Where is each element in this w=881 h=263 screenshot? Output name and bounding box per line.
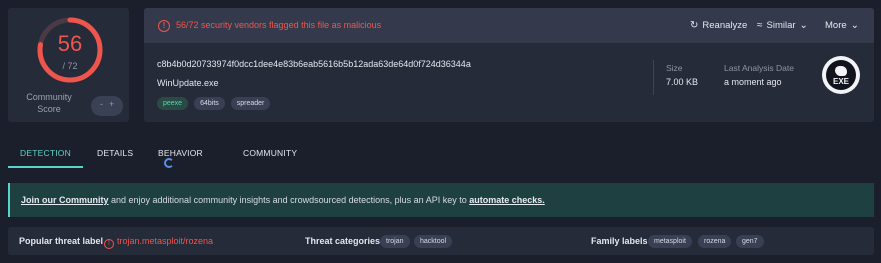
file-name: WinUpdate.exe (157, 78, 219, 88)
community-vote-toggle[interactable]: - + (91, 96, 123, 116)
family-chip-rozena[interactable]: rozena (698, 235, 732, 248)
exe-file-type-icon: EXE (822, 56, 860, 94)
detection-score-card: 56 / 72 Community Score - + (8, 8, 129, 122)
similar-label: Similar (766, 20, 796, 31)
popular-threat-text: trojan.metasploit/rozena (117, 236, 214, 246)
loading-spinner-icon (164, 158, 174, 168)
more-label: More (825, 20, 847, 31)
community-score-label: Community Score (26, 92, 72, 114)
reanalyze-label: Reanalyze (702, 20, 748, 31)
tab-behavior-label: BEHAVIOR (158, 148, 203, 158)
family-chip-metasploit[interactable]: metasploit (648, 235, 692, 248)
malicious-count: 56 (57, 31, 83, 56)
info-circle-icon: ! (104, 239, 114, 249)
similar-dropdown[interactable]: ≈ Similar ⌄ (757, 20, 808, 31)
file-type-label: EXE (832, 77, 849, 86)
file-hash[interactable]: c8b4b0d20733974f0dcc1dee4e83b6eab5616b5b… (157, 59, 471, 69)
category-chip-trojan[interactable]: trojan (380, 235, 410, 248)
community-banner: Join our Community and enjoy additional … (8, 183, 874, 217)
alert-text: 56/72 security vendors flagged this file… (176, 20, 382, 30)
file-summary-card: ! 56/72 security vendors flagged this fi… (144, 8, 874, 122)
category-chip-hacktool[interactable]: hacktool (414, 235, 453, 248)
total-vendors: / 72 (62, 61, 78, 71)
tab-community[interactable]: COMMUNITY (243, 138, 297, 168)
refresh-icon: ↻ (690, 20, 699, 31)
threat-summary-row: Popular threat label ! trojan.metasploit/… (8, 227, 874, 255)
join-community-link[interactable]: Join our Community (21, 195, 109, 205)
more-dropdown[interactable]: More ⌄ (825, 20, 859, 31)
tag-spreader[interactable]: spreader (230, 97, 271, 110)
tab-behavior[interactable]: BEHAVIOR (158, 138, 203, 168)
tag-64bits[interactable]: 64bits (194, 97, 225, 110)
reanalyze-button[interactable]: ↻ Reanalyze (690, 20, 747, 31)
size-value: 7.00 KB (666, 77, 699, 87)
chevron-down-icon: ⌄ (850, 20, 860, 31)
chevron-down-icon: ⌄ (799, 20, 808, 31)
banner-middle-text: and enjoy additional community insights … (108, 195, 470, 205)
last-analysis-label: Last Analysis Date (724, 63, 794, 73)
alert-circle-icon: ! (158, 20, 170, 32)
vote-up[interactable]: + (109, 99, 114, 109)
popular-threat-value[interactable]: ! trojan.metasploit/rozena (104, 236, 213, 249)
similar-icon: ≈ (757, 20, 763, 31)
malicious-alert-bar: ! 56/72 security vendors flagged this fi… (144, 8, 874, 43)
popular-threat-label: Popular threat label (19, 236, 104, 246)
file-tags: peexe 64bits spreader (157, 97, 271, 110)
threat-categories-label: Threat categories (305, 236, 381, 246)
meta-divider (653, 60, 654, 95)
size-label: Size (666, 63, 683, 73)
family-chip-gen7[interactable]: gen7 (736, 235, 764, 248)
family-labels-label: Family labels (591, 236, 648, 246)
tab-details[interactable]: DETAILS (97, 138, 133, 168)
vote-down[interactable]: - (100, 99, 103, 109)
tab-detection[interactable]: DETECTION (8, 138, 83, 168)
last-analysis-value: a moment ago (724, 77, 782, 87)
banner-text: Join our Community and enjoy additional … (21, 195, 545, 205)
automate-checks-link[interactable]: automate checks. (469, 195, 545, 205)
tag-peexe[interactable]: peexe (157, 97, 189, 110)
